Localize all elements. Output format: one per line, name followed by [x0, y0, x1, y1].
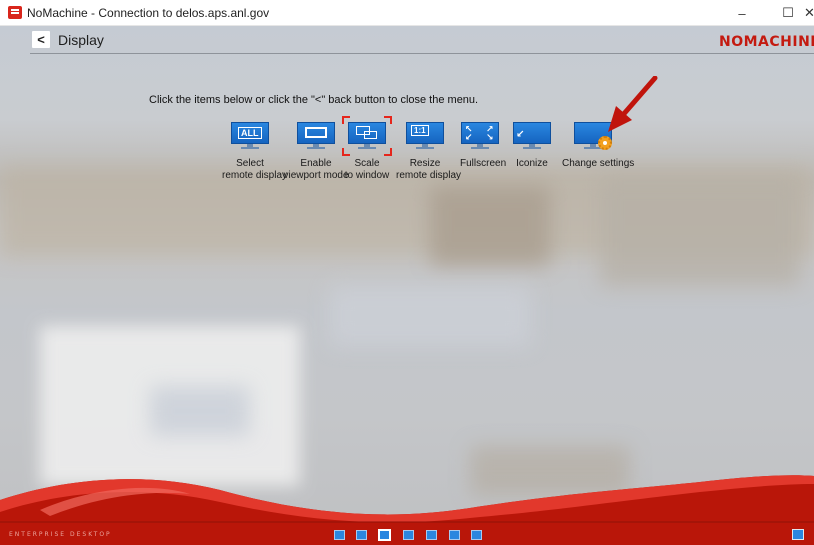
monitor-all-icon: ALL: [231, 122, 269, 150]
window-titlebar: NoMachine - Connection to delos.aps.anl.…: [0, 0, 814, 26]
menu-instruction: Click the items below or click the "<" b…: [149, 94, 479, 106]
toolbar-fullscreen-icon[interactable]: [426, 530, 437, 540]
footer-brand: ENTERPRISE DESKTOP: [9, 531, 112, 538]
item-label: Change settings: [562, 158, 635, 169]
nomachine-logo: NOMACHINE: [719, 34, 814, 50]
menu-header: < Display NOMACHINE: [30, 28, 814, 54]
gear-icon: [598, 136, 612, 150]
blurred-background: [150, 386, 250, 436]
remote-display-area: < Display NOMACHINE Click the items belo…: [0, 26, 814, 545]
resize-remote-display-item[interactable]: 1:1 Resize remote display: [396, 122, 462, 182]
back-button[interactable]: <: [32, 31, 50, 48]
tray-display-icon[interactable]: [792, 529, 804, 540]
scale-to-window-item[interactable]: Scale to window: [342, 116, 392, 182]
item-label: remote display: [222, 170, 288, 181]
blurred-background: [330, 286, 530, 346]
iconize-item[interactable]: ↙ Iconize: [512, 122, 552, 170]
item-label: Fullscreen: [460, 158, 507, 169]
toolbar-select-display-icon[interactable]: [334, 530, 345, 540]
item-label: Select: [236, 158, 264, 169]
toolbar-resize-icon[interactable]: [403, 530, 414, 540]
fullscreen-item[interactable]: ↖ ↗ ↙ ↘ Fullscreen: [460, 122, 507, 170]
window-title: NoMachine - Connection to delos.aps.anl.…: [27, 6, 270, 20]
item-label: remote display: [396, 170, 462, 181]
monitor-iconize-icon: ↙: [513, 122, 551, 150]
nomachine-app-icon: [8, 6, 22, 19]
monitor-fullscreen-icon: ↖ ↗ ↙ ↘: [461, 122, 499, 150]
item-label: viewport mode: [283, 170, 349, 181]
annotation-arrow-icon: [608, 76, 658, 132]
toolbar-iconize-icon[interactable]: [449, 530, 460, 540]
item-label: Enable: [300, 158, 332, 169]
toolbar-viewport-icon[interactable]: [356, 530, 367, 540]
close-button[interactable]: ✕: [804, 0, 814, 26]
toolbar-settings-icon[interactable]: [471, 530, 482, 540]
enable-viewport-mode-item[interactable]: Enable viewport mode: [282, 122, 350, 182]
monitor-resize-icon: 1:1: [406, 122, 444, 150]
select-remote-display-item[interactable]: ALL Select remote display: [222, 122, 288, 182]
monitor-scale-icon: [342, 116, 392, 156]
monitor-viewport-icon: [297, 122, 335, 150]
menu-title: Display: [58, 32, 104, 48]
maximize-button[interactable]: ☐: [768, 0, 808, 26]
item-label: Scale: [354, 158, 380, 169]
item-label: Iconize: [516, 158, 548, 169]
item-label: to window: [344, 170, 390, 181]
minimize-button[interactable]: –: [722, 0, 762, 26]
blurred-background: [430, 186, 550, 266]
blurred-background: [600, 176, 800, 286]
toolbar-scale-icon[interactable]: [378, 529, 391, 541]
item-label: Resize: [409, 158, 441, 169]
